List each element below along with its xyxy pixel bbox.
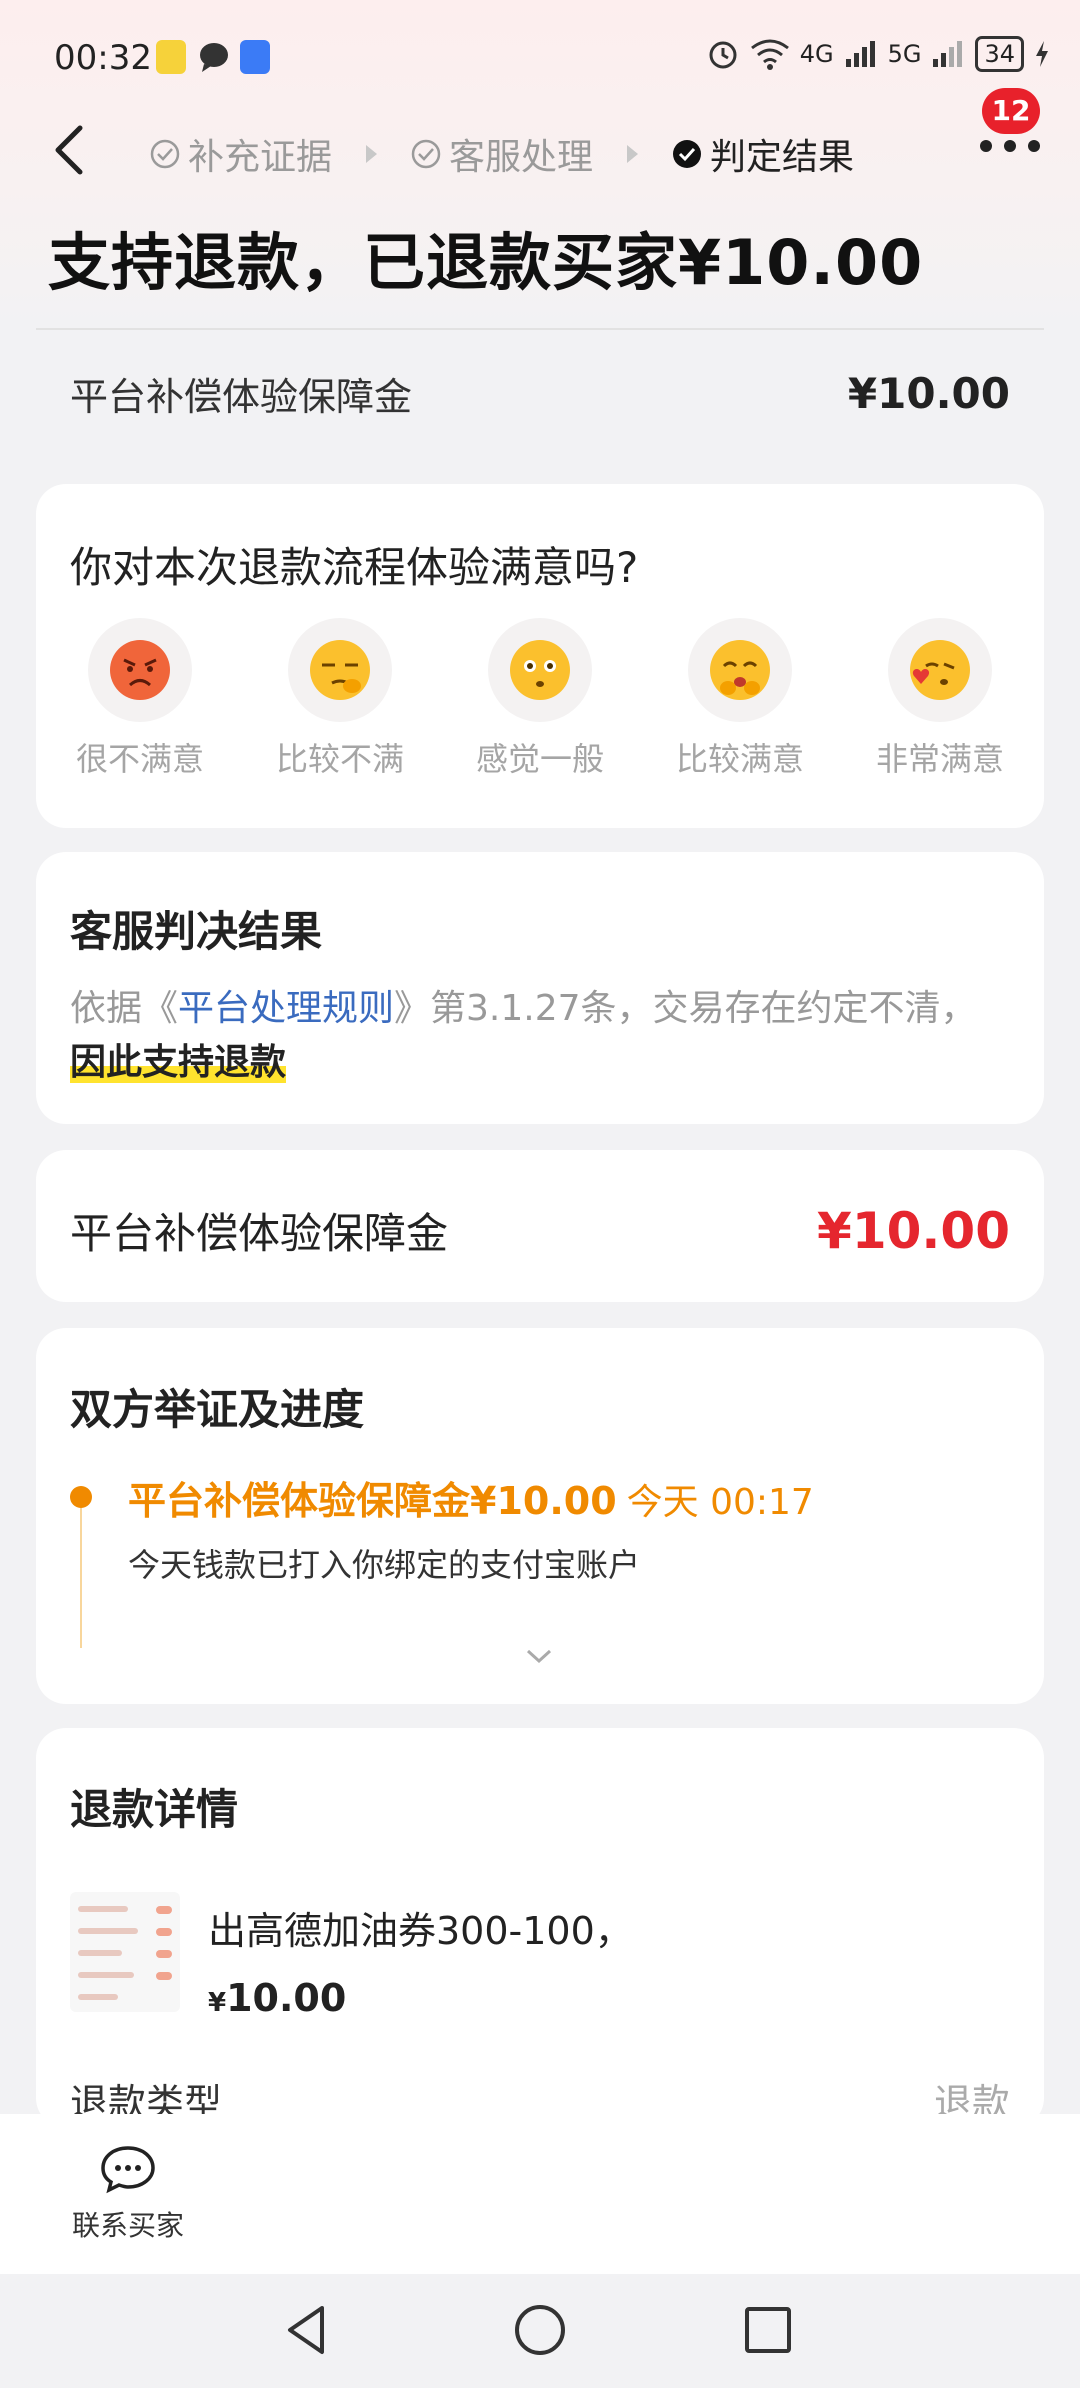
divider [36,328,1044,330]
network-5g-label: 5G [887,40,922,68]
verdict-title: 客服判决结果 [70,907,323,956]
summary-row: 平台补偿体验保障金 ¥10.00 [70,366,1010,421]
system-navigation-bar [0,2274,1080,2388]
notification-badge: 12 [982,88,1040,134]
summary-value: ¥10.00 [847,369,1010,418]
check-circle-icon [411,139,441,169]
compensation-card: 平台补偿体验保障金 ¥10.00 [36,1150,1044,1302]
battery-level: 34 [975,36,1024,72]
progress-steps: 补充证据 客服处理 判定结果 [150,128,854,180]
more-menu-icon[interactable] [980,140,1040,152]
progress-card: 双方举证及进度 平台补偿体验保障金¥10.00 今天 00:17 今天钱款已打入你… [36,1328,1044,1704]
rating-very-dissatisfied[interactable]: 很不满意 [70,618,210,780]
chat-bubble-icon [200,43,228,72]
product-price: ¥10.00 [208,1976,347,2020]
rating-neutral[interactable]: 感觉一般 [470,618,610,780]
verdict-text: 依据《平台处理规则》第3.1.27条，交易存在约定不清，因此支持退款 [70,988,977,1083]
check-circle-icon [150,139,180,169]
app-notification-icon [240,40,270,74]
angry-face-icon [110,640,170,700]
satisfaction-question: 你对本次退款流程体验满意吗? [70,543,639,592]
verdict-highlight: 因此支持退款 [70,1042,287,1083]
home-circle-icon[interactable] [510,2300,570,2360]
compensation-label: 平台补偿体验保障金 [70,1209,449,1258]
neutral-face-icon [510,640,570,700]
step-supplement-evidence: 补充证据 [150,128,332,180]
satisfaction-card: 你对本次退款流程体验满意吗? 很不满意 比较不满 感觉一般 比较满意 非常满意 [36,484,1044,828]
app-notification-icon [156,40,186,74]
step-arrow-icon [627,145,639,163]
progress-title: 双方举证及进度 [70,1385,365,1434]
back-triangle-icon[interactable] [278,2300,338,2360]
alarm-icon [709,41,737,69]
recents-square-icon[interactable] [738,2300,798,2360]
timeline-line [80,1508,82,1648]
product-thumbnail[interactable] [70,1892,180,2012]
contact-buyer-button[interactable]: 联系买家 [48,2144,208,2244]
chevron-down-icon[interactable] [524,1646,554,1666]
signal-icon [933,41,963,67]
status-bar: 00:32 4G 5G 34 [0,0,1080,120]
wifi-icon [750,39,789,70]
compensation-amount: ¥10.00 [817,1201,1010,1260]
refund-detail-title: 退款详情 [70,1785,239,1834]
status-time: 00:32 [54,38,152,78]
refund-detail-card: 退款详情 出高德加油券300-100， ¥10.00 退款类型 退款 [36,1728,1044,2128]
product-name: 出高德加油券300-100， [208,1909,633,1953]
summary-label: 平台补偿体验保障金 [70,375,413,419]
rating-dissatisfied[interactable]: 比较不满 [270,618,410,780]
timeline-dot [70,1486,92,1508]
bottom-action-bar: 联系买家 [0,2114,1080,2274]
step-service-handling: 客服处理 [411,128,593,180]
smiling-face-icon [710,640,770,700]
charging-icon [1036,41,1048,67]
signal-icon [845,41,875,67]
verdict-card: 客服判决结果 依据《平台处理规则》第3.1.27条，交易存在约定不清，因此支持退… [36,852,1044,1124]
timeline-item-time: 今天 00:17 [626,1482,814,1523]
timeline-item-title: 平台补偿体验保障金¥10.00 今天 00:17 [128,1479,814,1523]
network-4g-label: 4G [799,40,834,68]
system-icons: 4G 5G 34 [706,36,1050,72]
kissing-heart-face-icon [910,640,970,700]
back-arrow-icon[interactable] [44,122,100,178]
check-circle-filled-icon [673,140,702,168]
step-arrow-icon [366,145,378,163]
timeline-item-desc: 今天钱款已打入你绑定的支付宝账户 [128,1546,641,1584]
unamused-face-icon [310,640,370,700]
step-judgment-result: 判定结果 [672,128,854,180]
platform-rules-link[interactable]: 平台处理规则 [178,988,394,1029]
page-title: 支持退款，已退款买家¥10.00 [48,226,924,299]
rating-satisfied[interactable]: 比较满意 [670,618,810,780]
rating-very-satisfied[interactable]: 非常满意 [870,618,1010,780]
chat-icon [101,2146,155,2194]
